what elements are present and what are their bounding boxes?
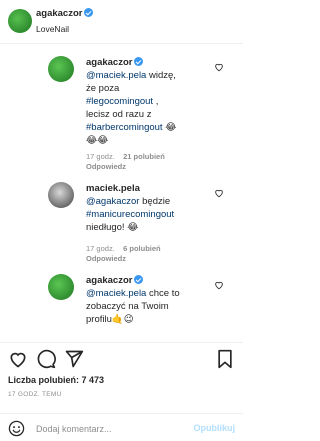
comment-body: zobaczyć na Twoim — [86, 301, 169, 312]
comment-username-row: agakaczor — [86, 274, 216, 287]
author-avatar[interactable] — [8, 9, 32, 33]
author-username[interactable]: agakaczor — [36, 8, 82, 19]
bookmark-icon[interactable] — [215, 349, 235, 369]
commenter-avatar[interactable] — [48, 182, 74, 208]
hashtag-link[interactable]: #manicurecomingout — [86, 209, 174, 220]
comment-likes[interactable]: 21 polubień — [123, 152, 165, 161]
mention-link[interactable]: @maciek.pela — [86, 288, 146, 299]
comment-body: będzie — [139, 196, 171, 207]
like-heart-icon[interactable] — [214, 280, 224, 290]
comment-body: że poza — [86, 83, 120, 94]
comment-body: niedługo! 😂 — [86, 222, 139, 233]
like-heart-icon[interactable] — [214, 188, 224, 198]
comment-time: 17 godz. — [86, 244, 115, 253]
comment-text: maciek.pela @agakaczor będzie #manicurec… — [86, 182, 216, 234]
post-header: agakaczor LoveNail — [0, 0, 243, 44]
comment-body: chce to — [146, 288, 180, 299]
verified-badge-icon — [134, 275, 144, 284]
comment-username[interactable]: maciek.pela — [86, 182, 216, 195]
commenter-avatar[interactable] — [48, 56, 74, 82]
author-subtitle: LoveNail — [36, 24, 70, 34]
add-comment-bar: Opublikuj — [0, 413, 243, 441]
comment-text: agakaczor @maciek.pela widzę, że poza #l… — [86, 56, 216, 147]
hashtag-link[interactable]: #legocomingout — [86, 96, 153, 107]
comment-body: , — [153, 96, 159, 107]
author-name-row: agakaczor — [36, 8, 94, 19]
reply-button[interactable]: Odpowiedz — [86, 254, 126, 263]
comment-time: 17 godz. — [86, 152, 115, 161]
comment-emoji: 😂😂 — [86, 135, 109, 146]
commenter-avatar[interactable] — [48, 274, 74, 300]
comment-meta: 17 godz. 21 polubień Odpowiedz — [86, 152, 165, 172]
comment-bubble-icon[interactable] — [36, 349, 56, 369]
comment-body: lecisz od razu z — [86, 109, 152, 120]
comment-input[interactable] — [36, 420, 186, 437]
verified-badge-icon — [84, 8, 94, 17]
post-time: 17 GODZ. TEMU — [8, 391, 62, 398]
comment-username-row: agakaczor — [86, 56, 216, 69]
comment-meta: 17 godz. 6 polubień Odpowiedz — [86, 244, 161, 264]
comment-username[interactable]: agakaczor — [86, 275, 132, 286]
mention-link[interactable]: @agakaczor — [86, 196, 139, 207]
publish-button[interactable]: Opublikuj — [194, 423, 236, 433]
comment-text: agakaczor @maciek.pela chce to zobaczyć … — [86, 274, 216, 326]
like-heart-icon[interactable] — [8, 349, 28, 369]
comment-body: profilu🤙😉 — [86, 314, 134, 325]
comment-username[interactable]: agakaczor — [86, 57, 132, 68]
hashtag-link[interactable]: #barbercomingout — [86, 122, 163, 133]
emoji-smile-icon[interactable] — [8, 420, 25, 437]
share-send-icon[interactable] — [64, 349, 84, 369]
comment-body: widzę, — [146, 70, 176, 81]
like-heart-icon[interactable] — [214, 62, 224, 72]
likes-count[interactable]: Liczba polubień: 7 473 — [8, 375, 104, 385]
reply-button[interactable]: Odpowiedz — [86, 162, 126, 171]
comment-likes[interactable]: 6 polubień — [123, 244, 161, 253]
mention-link[interactable]: @maciek.pela — [86, 70, 146, 81]
verified-badge-icon — [134, 57, 144, 66]
post-actions: Liczba polubień: 7 473 17 GODZ. TEMU Opu… — [0, 342, 243, 441]
comment-emoji: 😂 — [162, 122, 177, 133]
